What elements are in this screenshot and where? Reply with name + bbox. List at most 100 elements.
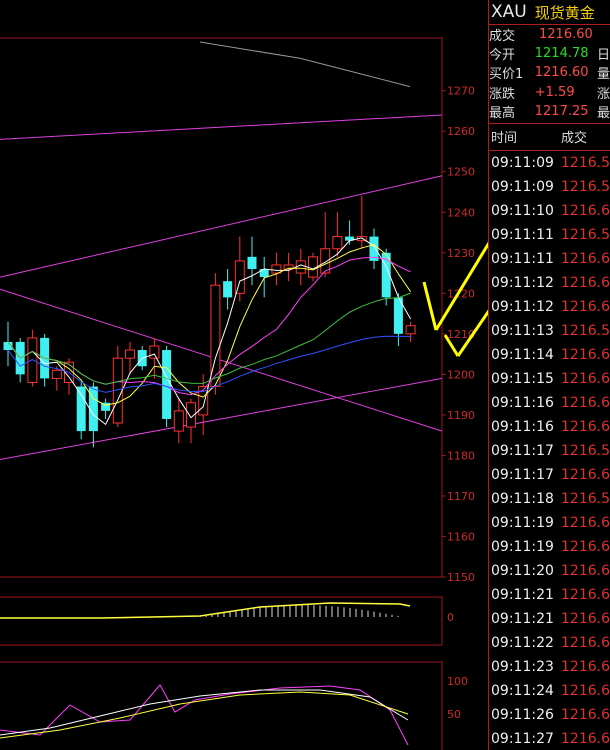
tick-price: 1216.6	[561, 250, 610, 267]
quote-label: 成交	[489, 29, 516, 45]
y-tick-label: 1200	[447, 368, 475, 381]
tick-row[interactable]: 09:11:10 1216.6	[489, 199, 610, 223]
tick-time: 09:11:14	[491, 346, 554, 363]
sub-panel-tick-label: 0	[447, 611, 454, 624]
tick-price: 1216.5	[561, 154, 610, 171]
tick-price: 1216.5	[561, 226, 610, 243]
tick-row[interactable]: 09:11:17 1216.5	[489, 439, 610, 463]
tick-row[interactable]: 09:11:27 1216.6	[489, 727, 610, 750]
tick-row[interactable]: 09:11:16 1216.6	[489, 415, 610, 439]
tick-time: 09:11:21	[491, 610, 554, 627]
quote-row: 成交 1216.60	[489, 25, 610, 44]
y-tick-label: 1160	[447, 530, 475, 543]
tick-time: 09:11:22	[491, 634, 554, 651]
y-tick-label: 1170	[447, 490, 475, 503]
quote-trail: 量	[596, 67, 610, 83]
oscillator-panel-frame	[0, 661, 443, 750]
tick-price: 1216.6	[561, 682, 610, 699]
tick-price: 1216.6	[561, 562, 610, 579]
y-tick-label: 1230	[447, 247, 475, 260]
price-column-header: 成交	[561, 131, 588, 147]
tick-row[interactable]: 09:11:23 1216.6	[489, 655, 610, 679]
tick-row[interactable]: 09:11:17 1216.6	[489, 463, 610, 487]
tick-time: 09:11:11	[491, 250, 554, 267]
osc-d-line	[0, 689, 409, 736]
tick-time: 09:11:09	[491, 178, 554, 195]
tick-row[interactable]: 09:11:24 1216.6	[489, 679, 610, 703]
symbol-header[interactable]: XAU 现货黄金	[489, 0, 610, 25]
tick-time: 09:11:15	[491, 370, 554, 387]
tick-time: 09:11:19	[491, 514, 554, 531]
candle-body	[198, 386, 209, 416]
y-tick-label: 1250	[447, 166, 475, 179]
tick-row[interactable]: 09:11:09 1216.5	[489, 151, 610, 175]
tick-price: 1216.6	[561, 298, 610, 315]
tick-price: 1216.6	[561, 634, 610, 651]
tick-price: 1216.6	[561, 202, 610, 219]
tick-row[interactable]: 09:11:14 1216.6	[489, 343, 610, 367]
quote-trail: 日	[596, 48, 610, 64]
tick-row[interactable]: 09:11:18 1216.5	[489, 487, 610, 511]
y-tick-label: 1150	[447, 571, 475, 584]
tick-row[interactable]: 09:11:19 1216.6	[489, 511, 610, 535]
y-tick-label: 1240	[447, 206, 475, 219]
candle-body	[247, 256, 257, 269]
quote-row: 涨跌 +1.59 涨	[489, 83, 610, 102]
tick-row[interactable]: 09:11:15 1216.6	[489, 367, 610, 391]
tick-row[interactable]: 09:11:12 1216.6	[489, 295, 610, 319]
trend-line	[0, 114, 443, 140]
trend-line	[0, 288, 443, 432]
tick-row[interactable]: 09:11:21 1216.6	[489, 583, 610, 607]
tick-price: 1216.6	[561, 610, 610, 627]
candle-body	[125, 349, 135, 359]
tick-price: 1216.6	[561, 274, 610, 291]
tick-row[interactable]: 09:11:11 1216.5	[489, 223, 610, 247]
tick-row[interactable]: 09:11:26 1216.6	[489, 703, 610, 727]
quote-value: 1217.25	[534, 103, 589, 119]
quote-trail: 涨	[596, 86, 610, 102]
tick-row[interactable]: 09:11:16 1216.6	[489, 391, 610, 415]
tick-row[interactable]: 09:11:21 1216.6	[489, 607, 610, 631]
chart-canvas: 1270126012501240123012201210120011901180…	[0, 37, 488, 750]
tick-price: 1216.6	[561, 706, 610, 723]
quote-row: 买价1 1216.60 量	[489, 63, 610, 82]
symbol-code: XAU	[491, 2, 527, 22]
tick-price: 1216.5	[561, 178, 610, 195]
long-ma-line	[199, 41, 411, 88]
quote-label: 今开	[489, 48, 516, 64]
tick-row[interactable]: 09:11:19 1216.6	[489, 535, 610, 559]
tick-time: 09:11:11	[491, 226, 554, 243]
y-tick-label: 1180	[447, 449, 475, 462]
tick-row[interactable]: 09:11:09 1216.5	[489, 175, 610, 199]
quote-trail: 最	[596, 105, 610, 121]
tick-time: 09:11:20	[491, 562, 554, 579]
candle-body	[234, 260, 245, 294]
tick-row[interactable]: 09:11:20 1216.6	[489, 559, 610, 583]
tick-time: 09:11:17	[491, 466, 554, 483]
sub-panel-tick-label: 50	[447, 708, 461, 721]
tick-table-header: 时间 成交	[489, 124, 610, 151]
quote-summary: 成交 1216.60 今开 1214.78 日 买价1 1216.60 量 涨跌…	[489, 25, 610, 124]
tick-list[interactable]: 09:11:09 1216.5 09:11:09 1216.5 09:11:10 1216…	[489, 151, 610, 750]
tick-row[interactable]: 09:11:22 1216.6	[489, 631, 610, 655]
y-tick-label: 1190	[447, 409, 475, 422]
candle-body	[295, 260, 306, 274]
ma-line-fast	[7, 237, 412, 426]
quote-row: 今开 1214.78 日	[489, 44, 610, 63]
quote-value: 1216.60	[534, 65, 589, 81]
tick-price: 1216.6	[561, 514, 610, 531]
tick-time: 09:11:12	[491, 274, 554, 291]
macd-line	[0, 602, 411, 619]
tick-price: 1216.6	[561, 370, 610, 387]
candle-body	[271, 264, 282, 274]
tick-row[interactable]: 09:11:11 1216.6	[489, 247, 610, 271]
symbol-name: 现货黄金	[534, 3, 595, 22]
tick-time: 09:11:10	[491, 202, 554, 219]
tick-row[interactable]: 09:11:13 1216.5	[489, 319, 610, 343]
candle-body	[223, 281, 233, 298]
tick-row[interactable]: 09:11:12 1216.6	[489, 271, 610, 295]
tick-time: 09:11:24	[491, 682, 554, 699]
tick-price: 1216.5	[561, 442, 610, 459]
annotation-arrow	[422, 281, 438, 331]
kline-chart[interactable]: 1270 1260 1250 1240 1230 1220 1210 1200 1190 1180…	[0, 0, 488, 750]
